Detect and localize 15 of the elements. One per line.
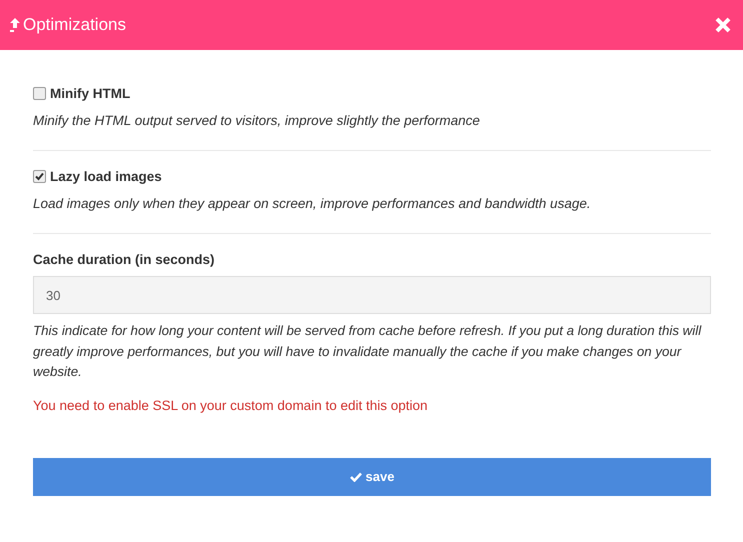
- option-label: Lazy load images: [50, 169, 162, 184]
- field-label: Cache duration (in seconds): [33, 252, 216, 267]
- checkmark-icon: [350, 472, 362, 482]
- help-text: This indicate for how long your content will be served from cache before refresh. If you put a long duration this will greatly improve performances, but you will have to invalidate manually the cache if you make changes on your website.: [33, 322, 702, 381]
- checkbox[interactable]: [33, 87, 46, 100]
- close-icon: [715, 17, 731, 33]
- option-description: Load images only when they appear on screen, improve performances and bandwidth usage.: [33, 195, 592, 213]
- option-description: Minify the HTML output served to visitors, improve slightly the performance: [33, 112, 481, 130]
- save-button[interactable]: save: [33, 458, 711, 496]
- title-text: Optimizations: [23, 15, 126, 35]
- error-message: You need to enable SSL on your custom domain to edit this option: [33, 398, 429, 412]
- upload-arrow-icon: [10, 18, 20, 32]
- close-button[interactable]: [715, 17, 731, 33]
- checkbox[interactable]: [33, 170, 46, 183]
- option-label: Minify HTML: [50, 86, 130, 101]
